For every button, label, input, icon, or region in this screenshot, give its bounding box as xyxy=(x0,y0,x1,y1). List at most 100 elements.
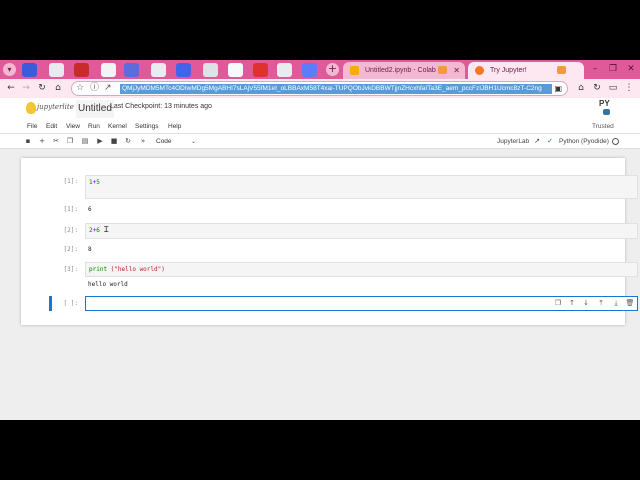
pinned-tab-icon[interactable] xyxy=(124,63,139,77)
insert-below-icon[interactable]: ⤓ xyxy=(611,297,621,310)
insert-cell-plus-icon[interactable]: + xyxy=(37,134,47,149)
code-cell-input[interactable]: 2+6 Ɪ xyxy=(85,223,638,239)
screen: ▾ + Untitled2.ipynb - Colab ✕ Try Jupyte… xyxy=(0,0,640,480)
pyodide-logo: PY xyxy=(599,99,615,117)
pinned-tab-icon[interactable] xyxy=(74,63,89,77)
jupyter-page: jupyterlite Untitled Last Checkpoint: 13… xyxy=(0,98,640,420)
cell-type-select[interactable]: Code xyxy=(156,134,172,149)
active-code-cell-input[interactable]: ❐ ↑ ↓ ⤒ ⤓ 🗑 xyxy=(85,296,638,311)
notebook-panel: [1]: 1+5 [1]: 6 [2]: 2+6 Ɪ [2]: 8 [3]: p… xyxy=(21,158,638,325)
input-prompt: [1]: xyxy=(63,178,78,185)
menu-file[interactable]: File xyxy=(27,120,37,134)
kernel-name[interactable]: Python (Pyodide) xyxy=(559,134,609,149)
pinned-tab-icon[interactable] xyxy=(203,63,218,77)
tab-search-icon[interactable]: ▾ xyxy=(3,63,16,76)
tab-try-jupyter[interactable]: Try Jupyter! xyxy=(468,62,584,79)
menu-help[interactable]: Help xyxy=(168,120,181,134)
cell-output: 6 xyxy=(88,206,92,213)
fast-forward-icon[interactable]: » xyxy=(138,134,148,149)
forward-icon[interactable]: → xyxy=(19,81,33,96)
stop-icon[interactable]: ■ xyxy=(109,134,119,149)
browser-toolbar: ← → ↻ ⌂ ☆ ⓘ ↗ QMjJyMDM5MTc4ODIwMDg5MgABH… xyxy=(0,79,640,98)
code-text[interactable]: 2+6 xyxy=(89,227,100,234)
code-cell-input[interactable]: print ("hello world") xyxy=(85,262,638,277)
star-icon[interactable]: ☆ xyxy=(76,82,84,95)
menu-view[interactable]: View xyxy=(66,120,80,134)
py-letters-icon: PY xyxy=(599,99,610,108)
open-external-icon[interactable]: ↗ xyxy=(532,134,542,149)
pinned-tab-icon[interactable] xyxy=(22,63,37,77)
code-text[interactable]: 1+5 xyxy=(89,179,100,186)
output-prompt: [1]: xyxy=(63,206,78,213)
code-arguments: ("hello world") xyxy=(107,266,165,273)
window-close-icon[interactable]: ✕ xyxy=(624,60,638,79)
pinned-tab-icon[interactable] xyxy=(176,63,191,77)
pinned-tab-icon[interactable] xyxy=(151,63,166,77)
save-icon[interactable]: ▪ xyxy=(23,134,33,149)
home-icon[interactable]: ⌂ xyxy=(51,81,65,96)
code-text[interactable]: print ("hello world") xyxy=(89,266,165,273)
insert-above-icon[interactable]: ⤒ xyxy=(596,297,606,310)
jupyter-favicon-icon xyxy=(475,66,484,75)
menu-settings[interactable]: Settings xyxy=(135,120,159,134)
lightbulb-icon xyxy=(26,102,36,114)
tab-colab[interactable]: Untitled2.ipynb - Colab ✕ xyxy=(343,62,465,79)
move-up-icon[interactable]: ↑ xyxy=(567,297,577,310)
extension-shield-icon[interactable]: ▣ xyxy=(554,82,562,95)
menu-edit[interactable]: Edit xyxy=(46,120,57,134)
input-prompt: [2]: xyxy=(63,227,78,234)
browser-window: ▾ + Untitled2.ipynb - Colab ✕ Try Jupyte… xyxy=(0,60,640,420)
check-circle-icon[interactable]: ✓ xyxy=(545,134,555,149)
reading-mode-icon[interactable]: ▭ xyxy=(606,81,620,96)
reload-icon[interactable]: ↻ xyxy=(35,81,49,96)
logo-text: jupyterlite xyxy=(37,103,74,111)
cell-output: 8 xyxy=(88,246,92,253)
pinned-tab-icon[interactable] xyxy=(302,63,317,77)
close-icon[interactable]: ✕ xyxy=(453,62,460,79)
audio-badge-icon xyxy=(557,66,566,74)
pinned-tab-icon[interactable] xyxy=(253,63,268,77)
reload-button-icon[interactable]: ↻ xyxy=(590,81,604,96)
text-cursor-icon: Ɪ xyxy=(104,225,109,234)
url-text[interactable]: QMjJyMDM5MTc4ODIwMDg5MgABHI7sLAjV55fM1eI… xyxy=(120,84,552,94)
notebook-toolbar: ▪ + ✂ ❐ ▤ ▶ ■ ↻ » Code ⌄ JupyterLab ↗ ✓ … xyxy=(0,134,640,149)
new-tab-plus-icon[interactable]: + xyxy=(326,63,339,76)
jupyterlite-logo[interactable]: jupyterlite xyxy=(26,101,74,116)
notebook-title[interactable]: Untitled xyxy=(76,100,114,118)
chevron-down-icon[interactable]: ⌄ xyxy=(191,134,196,149)
menu-kernel[interactable]: Kernel xyxy=(108,120,127,134)
trusted-indicator[interactable]: Trusted xyxy=(592,120,614,134)
tab-strip: ▾ + Untitled2.ipynb - Colab ✕ Try Jupyte… xyxy=(0,60,640,79)
address-bar[interactable]: ☆ ⓘ ↗ QMjJyMDM5MTc4ODIwMDg5MgABHI7sLAjV5… xyxy=(71,81,568,96)
python-snake-icon xyxy=(603,109,610,115)
cell-output: hello world xyxy=(88,281,128,288)
restore-icon[interactable]: ❐ xyxy=(606,60,620,79)
menu-run[interactable]: Run xyxy=(88,120,100,134)
run-icon[interactable]: ▶ xyxy=(95,134,105,149)
restart-icon[interactable]: ↻ xyxy=(123,134,133,149)
jupyterlab-link[interactable]: JupyterLab xyxy=(497,134,529,149)
cut-icon[interactable]: ✂ xyxy=(51,134,61,149)
kernel-status-icon xyxy=(612,138,619,145)
pinned-tab-icon[interactable] xyxy=(49,63,64,77)
pinned-tab-icon[interactable] xyxy=(277,63,292,77)
code-cell-input[interactable]: 1+5 xyxy=(85,175,638,199)
info-icon[interactable]: ⓘ xyxy=(90,82,99,95)
minimize-icon[interactable]: – xyxy=(588,60,602,79)
last-checkpoint: Last Checkpoint: 13 minutes ago xyxy=(110,103,212,110)
back-icon[interactable]: ← xyxy=(4,81,18,96)
share-icon[interactable]: ↗ xyxy=(104,82,112,95)
paste-icon[interactable]: ▤ xyxy=(80,134,90,149)
duplicate-cell-icon[interactable]: ❐ xyxy=(553,297,563,310)
move-down-icon[interactable]: ↓ xyxy=(581,297,591,310)
pinned-tab-icon[interactable] xyxy=(101,63,116,77)
code-function: print xyxy=(89,266,108,273)
delete-cell-icon[interactable]: 🗑 xyxy=(625,297,635,310)
pinned-tab-icon[interactable] xyxy=(228,63,243,77)
tab-title: Try Jupyter! xyxy=(490,67,527,74)
notebook-header: jupyterlite Untitled Last Checkpoint: 13… xyxy=(0,98,640,120)
home-button-icon[interactable]: ⌂ xyxy=(574,81,588,96)
colab-favicon-icon xyxy=(350,66,359,75)
menu-kebab-icon[interactable]: ⋮ xyxy=(622,81,636,96)
copy-icon[interactable]: ❐ xyxy=(65,134,75,149)
